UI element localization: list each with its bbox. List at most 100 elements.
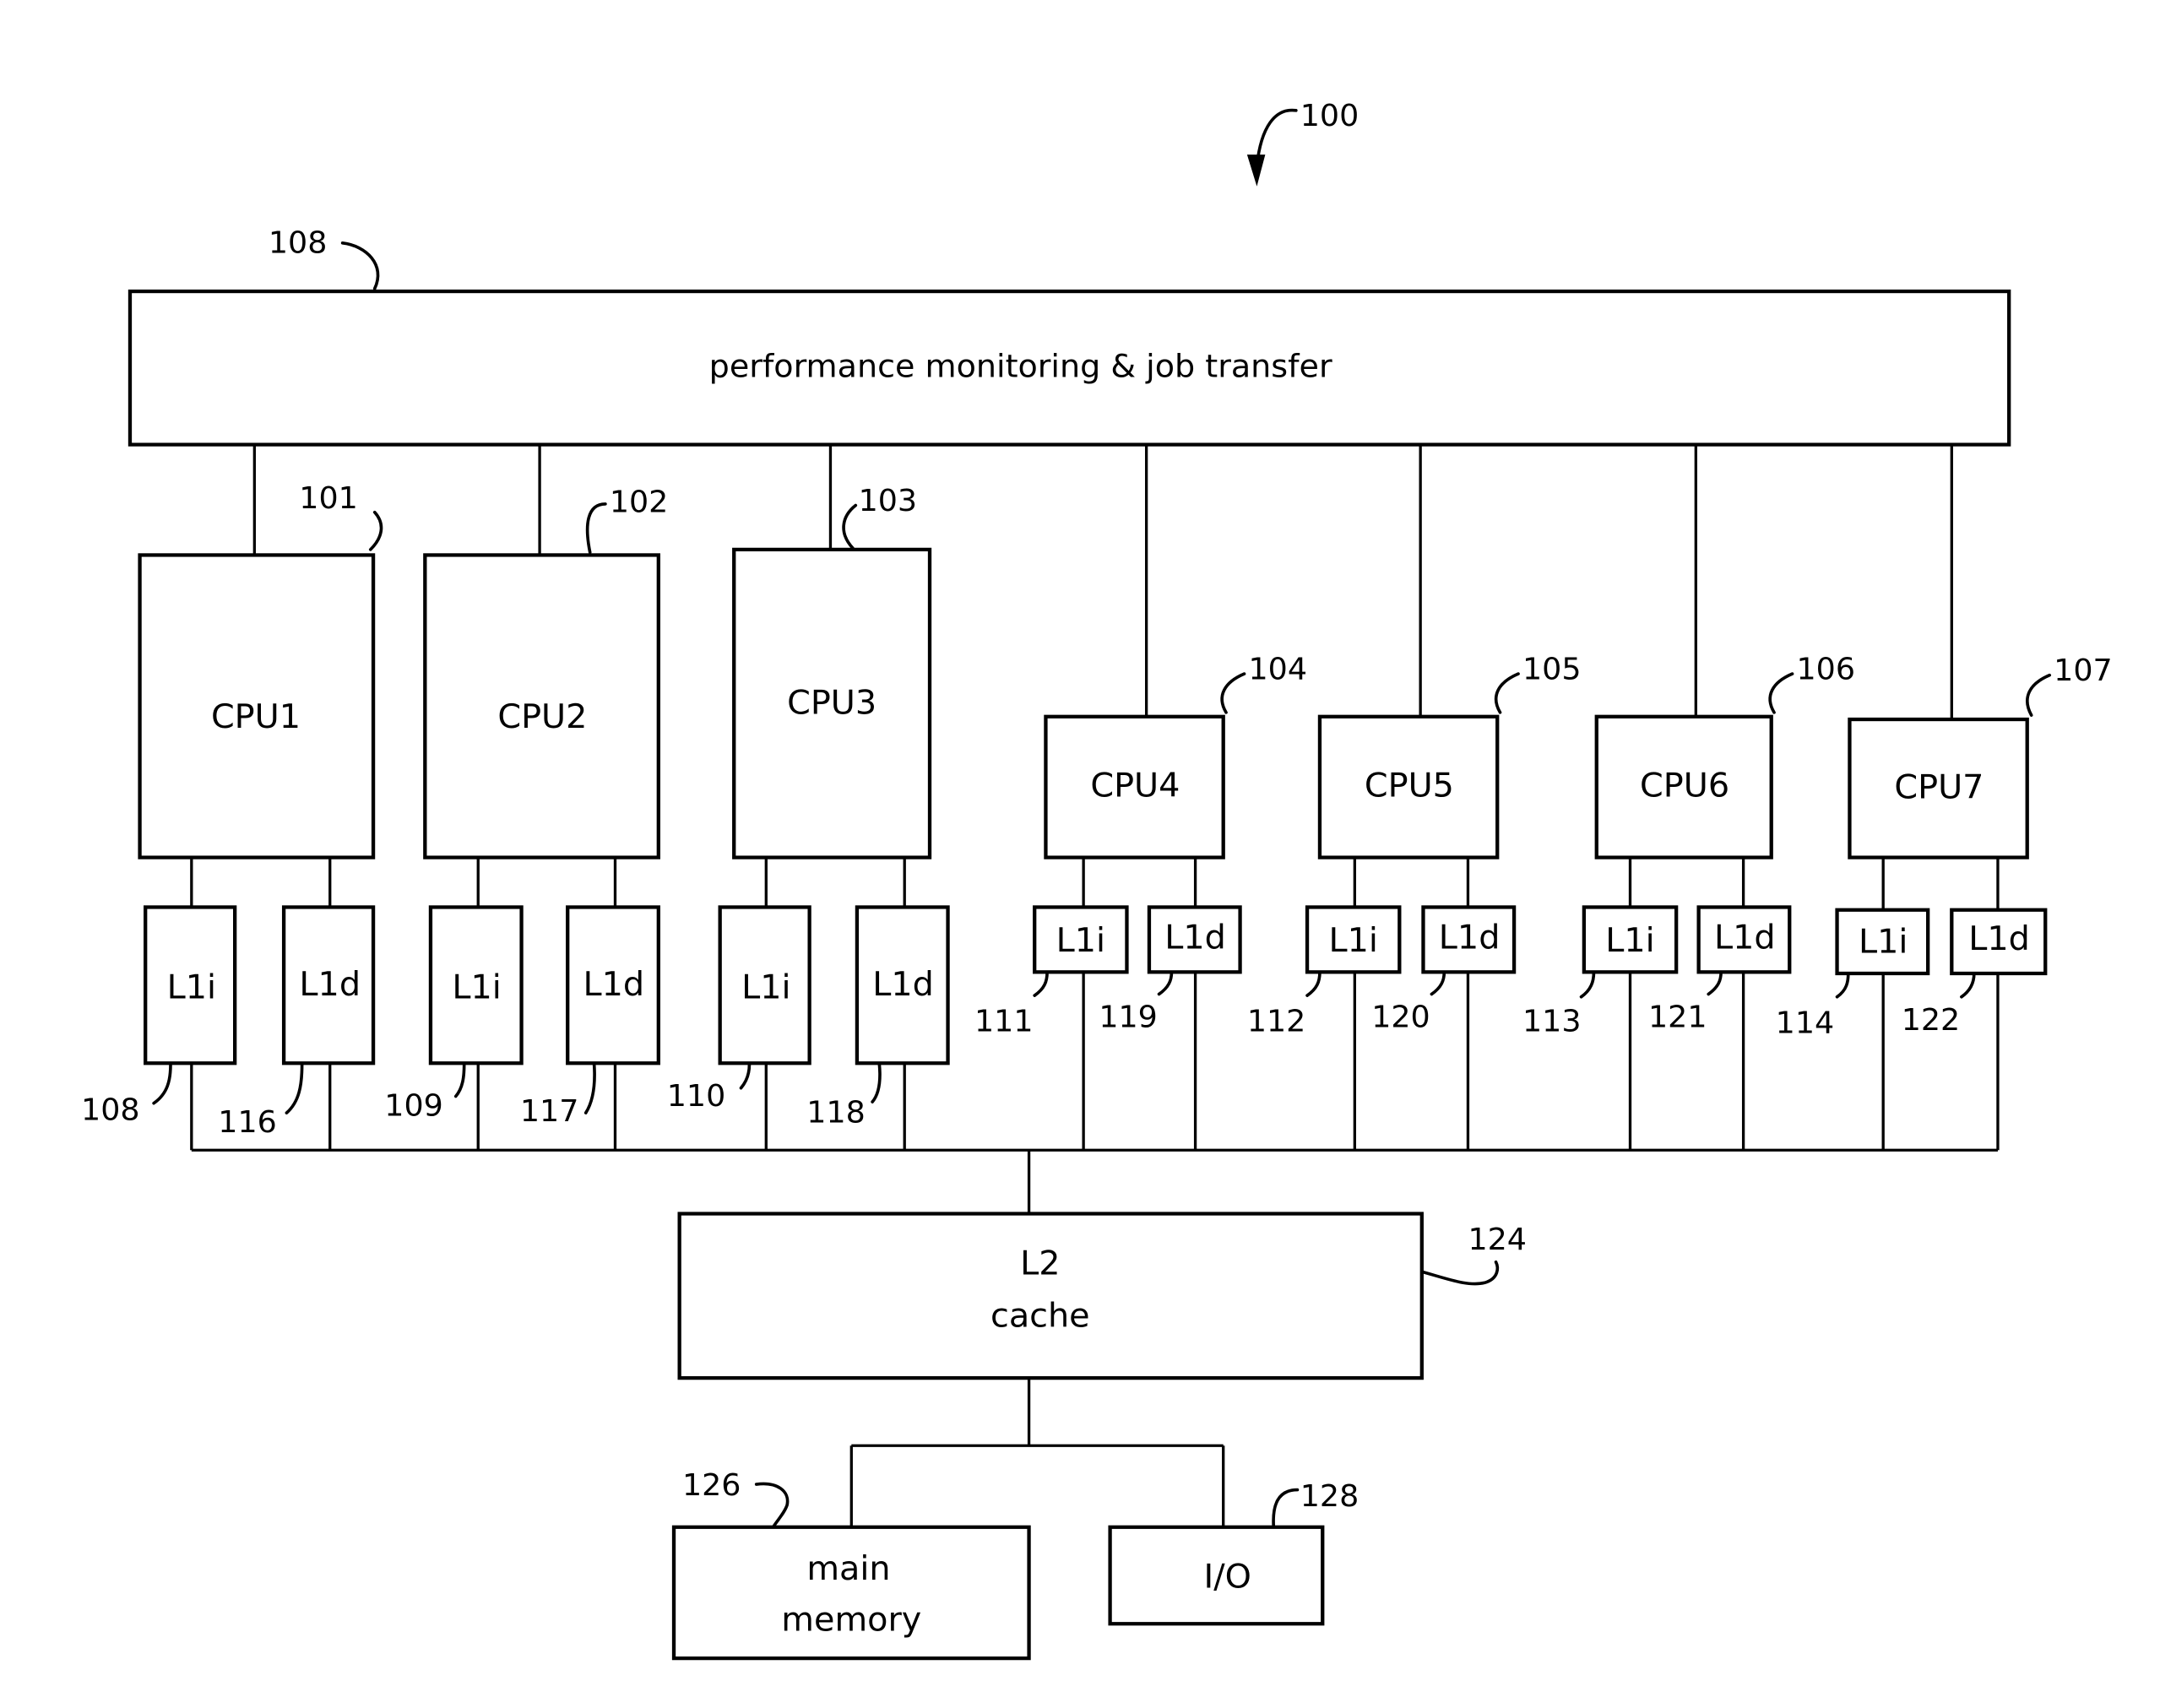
l1d-ref-label: 116 — [218, 1103, 277, 1140]
cpu-1: CPU1 101 — [138, 480, 383, 859]
l1d-ref-leader — [1960, 972, 1976, 999]
l1d-ref-label: 122 — [1902, 1001, 1961, 1038]
l1d-ref-leader — [871, 1063, 882, 1103]
l1d-ref-leader — [1430, 970, 1446, 996]
l1i-ref-leader — [739, 1063, 752, 1090]
l2-downstream-connectors — [849, 1378, 1225, 1527]
l1d-ref-leader — [583, 1063, 596, 1114]
io: I/O 128 — [1108, 1478, 1359, 1626]
multiprocessor-diagram: 100 performance monitoring & job transfe… — [81, 97, 2113, 1661]
cpu-5: CPU5 105 — [1317, 651, 1582, 859]
l1i-label: L1i — [167, 968, 216, 1007]
l1i-cpu2: L1i 109 — [384, 905, 524, 1124]
cpu-6: CPU6 106 — [1594, 651, 1856, 859]
cpu-ref-label: 105 — [1522, 651, 1582, 687]
cpu-ref-label: 103 — [859, 482, 918, 518]
l2-cache: L2 cache 124 — [677, 1212, 1527, 1380]
performance-monitoring-block: performance monitoring & job transfer 10… — [128, 224, 2011, 447]
cpu-label: CPU3 — [787, 684, 876, 723]
l1i-ref-label: 114 — [1776, 1004, 1835, 1040]
l1d-ref-leader — [1157, 970, 1174, 996]
cpu-ref-leader — [368, 510, 383, 551]
cpu-label: CPU1 — [211, 697, 301, 736]
l1d-label: L1d — [299, 965, 361, 1004]
cpu-7: CPU7 107 — [1848, 652, 2113, 859]
l1d-label: L1d — [872, 965, 934, 1004]
l1d-label: L1d — [1968, 919, 2030, 958]
l1i-label: L1i — [741, 968, 790, 1007]
cpu-ref-leader — [585, 502, 607, 554]
l1i-ref-label: 112 — [1247, 1003, 1306, 1039]
l1d-ref-leader — [1707, 970, 1723, 996]
memory-label-line1: main — [806, 1549, 890, 1588]
cpu-ref-leader — [2026, 673, 2052, 717]
cpu-label: CPU6 — [1640, 767, 1729, 805]
arrow-down-icon — [1246, 155, 1266, 187]
cpu-label: CPU2 — [497, 697, 587, 736]
figure-reference: 100 — [1246, 97, 1359, 187]
l1i-cpu3: L1i 110 — [667, 905, 811, 1114]
memory-label-line2: memory — [781, 1601, 921, 1640]
l1i-ref-leader — [1033, 970, 1049, 997]
l1d-ref-label: 120 — [1371, 999, 1430, 1035]
cpu-label: CPU4 — [1090, 767, 1180, 805]
l1i-ref-leader — [1579, 970, 1596, 999]
l1-caches-small: L1i 111 L1d 119 L1i 112 L1d 120 L1i 113 — [974, 905, 2048, 1040]
figure-ref-label: 100 — [1300, 97, 1359, 133]
monitor-ref-leader — [340, 241, 380, 290]
cpu-2: CPU2 102 — [423, 484, 669, 859]
l2-ref-leader — [1419, 1260, 1500, 1286]
memory-ref-leader — [754, 1482, 790, 1529]
l1d-cpu1: L1d 116 — [218, 905, 376, 1140]
l1i-ref-label: 108 — [81, 1092, 140, 1128]
l1i-ref-label: 113 — [1522, 1003, 1582, 1039]
l1i-ref-leader — [152, 1063, 172, 1105]
l1i-label: L1i — [1328, 921, 1377, 960]
io-label: I/O — [1203, 1558, 1251, 1597]
cpu-ref-label: 102 — [610, 484, 669, 520]
l1d-label: L1d — [1439, 919, 1501, 957]
l1i-label: L1i — [1605, 921, 1654, 960]
cpu-label: CPU7 — [1894, 767, 1984, 806]
l1d-label: L1d — [1164, 919, 1226, 957]
l1d-cpu3: L1d 118 — [806, 905, 950, 1131]
performance-monitoring-label: performance monitoring & job transfer — [709, 348, 1332, 385]
l2-label-line2: cache — [990, 1297, 1090, 1336]
l1d-ref-label: 117 — [520, 1093, 579, 1129]
l1d-label: L1d — [1714, 919, 1776, 957]
l1-caches-large: L1i 108 L1d 116 L1i 109 L1d 117 L1i 110 — [81, 905, 950, 1140]
l1i-ref-leader — [453, 1063, 466, 1098]
cpu-ref-label: 104 — [1249, 651, 1308, 687]
l1d-ref-label: 119 — [1099, 999, 1158, 1035]
l1d-cpu2: L1d 117 — [520, 905, 660, 1129]
monitor-ref-label: 108 — [269, 224, 328, 260]
io-ref-label: 128 — [1300, 1478, 1359, 1514]
cpu-label: CPU5 — [1365, 767, 1454, 805]
cpu-ref-leader — [1768, 672, 1794, 714]
l1d-ref-label: 121 — [1648, 999, 1707, 1035]
l2-ref-label: 124 — [1468, 1221, 1527, 1257]
cpu-ref-label: 106 — [1797, 651, 1856, 687]
memory-ref-label: 126 — [682, 1467, 741, 1503]
cpu-4: CPU4 104 — [1044, 651, 1308, 859]
l1i-ref-leader — [1305, 970, 1322, 997]
l2-label-line1: L2 — [1020, 1244, 1060, 1283]
l1i-label: L1i — [452, 968, 501, 1007]
cpu-ref-leader — [1494, 672, 1520, 714]
l1i-cpu1: L1i 108 — [81, 905, 237, 1128]
cpu-ref-label: 107 — [2054, 652, 2113, 688]
io-ref-leader — [1272, 1488, 1300, 1529]
l1i-ref-label: 109 — [384, 1087, 443, 1124]
l1i-label: L1i — [1859, 923, 1908, 962]
l1i-ref-label: 110 — [667, 1077, 726, 1114]
cpu-l1-connectors — [190, 857, 2000, 910]
l1d-ref-label: 118 — [806, 1094, 866, 1131]
l1i-ref-label: 111 — [974, 1003, 1034, 1039]
cpu-ref-leader — [842, 503, 858, 550]
l1i-label: L1i — [1056, 921, 1105, 960]
l1d-label: L1d — [583, 965, 645, 1004]
cpu-ref-label: 101 — [299, 480, 358, 516]
cpu-ref-leader — [1220, 672, 1246, 714]
l1d-ref-leader — [285, 1063, 304, 1114]
l1i-ref-leader — [1835, 972, 1850, 999]
